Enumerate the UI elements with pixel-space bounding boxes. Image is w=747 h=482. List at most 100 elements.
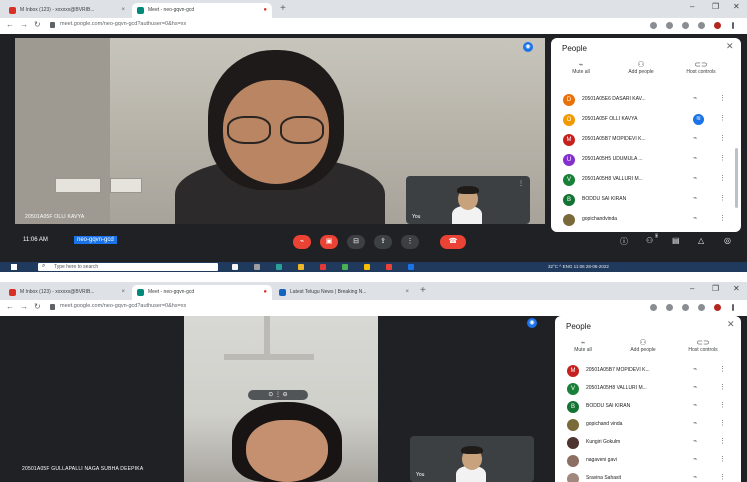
more-options-icon[interactable]: ⋮ (719, 437, 726, 445)
tab-gmail[interactable]: M Inbox (123) - xxxxxx@BVRIB... × (4, 285, 130, 300)
more-options-icon[interactable]: ⋮ (719, 114, 726, 122)
reload-icon[interactable]: ↻ (34, 20, 41, 29)
app-icon[interactable] (342, 264, 348, 270)
participant-row[interactable]: Sravina Sahasit ⌁ ⋮ (555, 470, 741, 482)
lock-icon[interactable] (50, 304, 55, 310)
add-people-button[interactable]: ⚇ Add people (614, 60, 668, 75)
profile-avatar[interactable] (714, 22, 721, 29)
pin-icon[interactable]: ◉ (523, 42, 533, 52)
menu-kebab-icon[interactable] (732, 304, 734, 311)
lock-icon[interactable] (50, 22, 55, 28)
participant-row[interactable]: U 20501A05H5 UDUMULA ... ⌁ ⋮ (551, 151, 741, 169)
camera-toggle-button[interactable]: ▣ (320, 235, 338, 249)
more-options-button[interactable]: ⋮ (401, 235, 419, 249)
people-icon[interactable]: ⚇ (646, 236, 653, 245)
participant-row[interactable]: B BODDU SAI KIRAN ⌁ ⋮ (555, 398, 741, 416)
window-close-button[interactable]: ✕ (733, 2, 740, 11)
more-options-icon[interactable]: ⋮ (719, 174, 726, 182)
mic-muted-icon[interactable]: ⌁ (693, 473, 697, 481)
mic-muted-icon[interactable]: ⌁ (693, 401, 697, 409)
more-options-icon[interactable]: ⋮ (719, 154, 726, 162)
close-icon[interactable]: ✕ (727, 319, 735, 330)
present-screen-button[interactable]: ⇪ (374, 235, 392, 249)
cortana-icon[interactable] (232, 264, 238, 270)
taskbar-search-box[interactable]: ⌕ Type here to search (38, 263, 218, 271)
windows-start-icon[interactable] (11, 264, 17, 270)
mic-muted-icon[interactable]: ⌁ (693, 214, 697, 222)
host-controls-icon[interactable]: ◎ (724, 236, 731, 245)
mic-muted-icon[interactable]: ⌁ (693, 437, 697, 445)
participant-row[interactable]: Kungiri Gokulm ⌁ ⋮ (555, 434, 741, 452)
chrome-icon[interactable] (364, 264, 370, 270)
meeting-code[interactable]: neo-gqvn-gcd (74, 236, 117, 244)
participant-row[interactable]: V 20501A05H8 VALLURI M... ⌁ ⋮ (555, 380, 741, 398)
participant-row[interactable]: nagaveni gavi ⌁ ⋮ (555, 452, 741, 470)
mic-muted-icon[interactable]: ⌁ (693, 154, 697, 162)
add-people-button[interactable]: ⚇ Add people (616, 338, 670, 353)
profile-avatar[interactable] (714, 304, 721, 311)
activities-icon[interactable]: △ (698, 236, 704, 245)
share-icon[interactable] (666, 22, 673, 29)
system-tray[interactable]: 32°C ^ ENG 11:06 28-06-2022 (548, 264, 609, 269)
more-options-icon[interactable]: ⋮ (719, 134, 726, 142)
mic-muted-icon[interactable]: ⌁ (693, 174, 697, 182)
more-options-icon[interactable]: ⋮ (719, 455, 726, 463)
tab-news[interactable]: Latest Telugu News | Breaking N... × (274, 285, 414, 300)
mic-muted-icon[interactable]: ⌁ (693, 383, 697, 391)
more-options-icon[interactable]: ⋮ (719, 473, 726, 481)
mic-muted-icon[interactable]: ⌁ (693, 194, 697, 202)
more-options-icon[interactable]: ⋮ (719, 419, 726, 427)
tab-gmail[interactable]: M Inbox (123) - xxxxxx@BVRIB... × (4, 3, 130, 18)
participant-row[interactable]: gopichandvinda ⌁ ⋮ (551, 211, 741, 229)
self-video-tile[interactable]: You ⋮ (406, 176, 530, 224)
more-options-icon[interactable]: ⋮ (719, 214, 726, 222)
forward-arrow-icon[interactable]: → (20, 20, 28, 29)
mic-muted-icon[interactable]: ⌁ (693, 419, 697, 427)
new-tab-button[interactable]: + (280, 3, 286, 15)
window-close-button[interactable]: ✕ (733, 284, 740, 293)
speaking-indicator-icon[interactable]: ≋ (693, 114, 704, 125)
app-icon[interactable] (320, 264, 326, 270)
minimize-button[interactable]: – (690, 2, 694, 11)
close-icon[interactable]: × (121, 3, 125, 18)
camera-permission-icon[interactable] (650, 304, 657, 311)
participant-row[interactable]: D 20501A05E6 DASARI KAV... ⌁ ⋮ (551, 91, 741, 109)
extensions-icon[interactable] (698, 22, 705, 29)
mute-all-button[interactable]: ⌁ Mute all (556, 338, 610, 353)
host-controls-button[interactable]: ⊂⊃ Host controls (676, 338, 730, 353)
close-icon[interactable]: ✕ (726, 41, 734, 52)
forward-arrow-icon[interactable]: → (20, 302, 28, 311)
mic-muted-icon[interactable]: ⌁ (693, 365, 697, 373)
share-icon[interactable] (666, 304, 673, 311)
more-options-icon[interactable]: ⋮ (719, 365, 726, 373)
url-field[interactable]: meet.google.com/neo-gqvn-gcd?authuser=0&… (60, 303, 186, 309)
info-icon[interactable]: ⓘ (620, 236, 628, 247)
participant-row[interactable]: gopichand vinda ⌁ ⋮ (555, 416, 741, 434)
tab-meet[interactable]: Meet - neo-gqvn-gcd ● (132, 3, 272, 18)
tab-meet[interactable]: Meet - neo-gqvn-gcd ● (132, 285, 272, 300)
mic-muted-icon[interactable]: ⌁ (693, 134, 697, 142)
mic-toggle-button[interactable]: ⌁ (293, 235, 311, 249)
more-options-icon[interactable]: ⋮ (719, 194, 726, 202)
participant-row[interactable]: B BODDU SAI KIRAN ⌁ ⋮ (551, 191, 741, 209)
extensions-icon[interactable] (698, 304, 705, 311)
leave-call-button[interactable]: ☎ (440, 235, 466, 249)
captions-button[interactable]: ⊟ (347, 235, 365, 249)
new-tab-button[interactable]: + (420, 285, 426, 297)
participant-row[interactable]: V 20501A05H8 VALLURI M... ⌁ ⋮ (551, 171, 741, 189)
maximize-button[interactable]: ❐ (712, 284, 719, 293)
main-video-tile[interactable]: ⊙ ⋮ ⊖ (184, 316, 378, 482)
pin-icon[interactable]: ◉ (527, 318, 537, 328)
app-icon[interactable] (386, 264, 392, 270)
file-explorer-icon[interactable] (298, 264, 304, 270)
more-options-icon[interactable]: ⋮ (719, 401, 726, 409)
edge-icon[interactable] (276, 264, 282, 270)
star-icon[interactable] (682, 22, 689, 29)
close-icon[interactable]: × (121, 285, 125, 300)
participant-row[interactable]: O 20501A05F OLLI KAVYA ≋ ⋮ (551, 111, 741, 129)
task-view-icon[interactable] (254, 264, 260, 270)
more-options-icon[interactable]: ⋮ (518, 180, 524, 187)
minimize-button[interactable]: – (690, 284, 694, 293)
mic-muted-icon[interactable]: ⌁ (693, 94, 697, 102)
chat-icon[interactable]: ▤ (672, 236, 680, 245)
